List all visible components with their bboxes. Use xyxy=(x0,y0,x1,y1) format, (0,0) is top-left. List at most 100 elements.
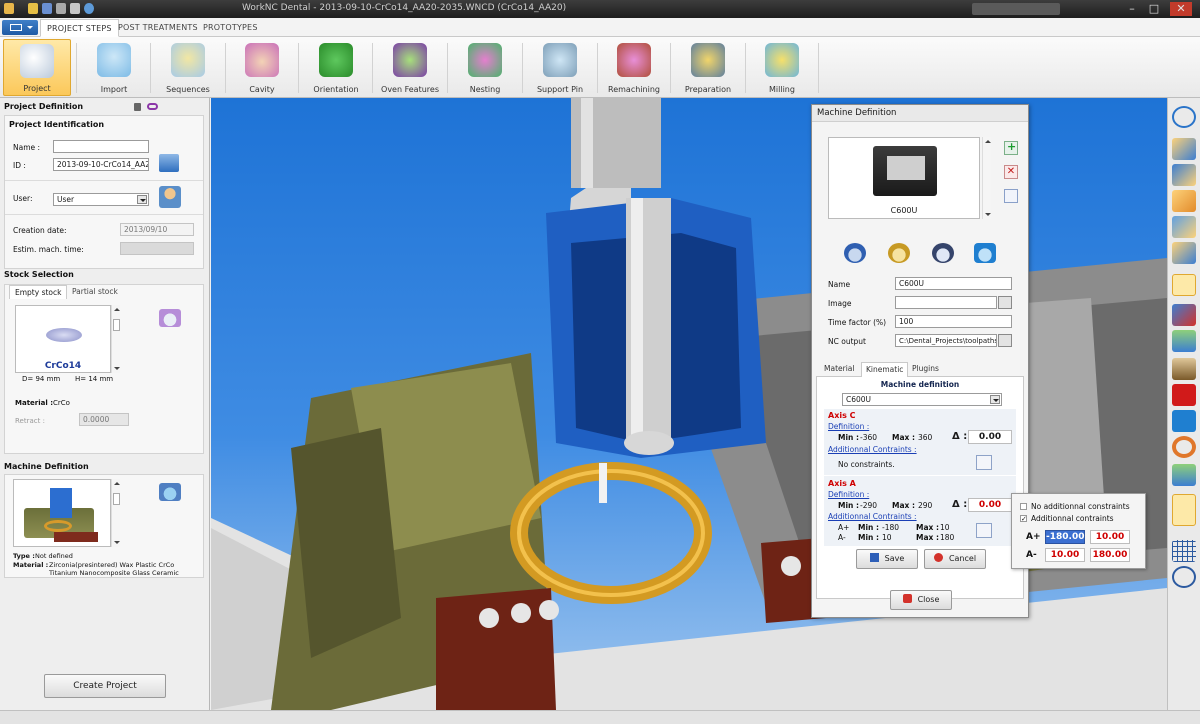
tab-material[interactable]: Material xyxy=(820,362,858,377)
ribbon-nesting-button[interactable]: Nesting xyxy=(449,39,521,96)
ribbon-oven-features-button[interactable]: Oven Features xyxy=(374,39,446,96)
maximize-icon[interactable]: □ xyxy=(1146,2,1162,16)
machine-thumbnail[interactable] xyxy=(13,479,111,547)
open-icon[interactable] xyxy=(28,3,38,14)
warning-icon[interactable] xyxy=(1172,494,1196,526)
view-cube-front-icon[interactable] xyxy=(1172,190,1196,212)
user-icon[interactable] xyxy=(159,186,181,208)
title-search-box[interactable] xyxy=(972,3,1060,15)
holder-icon[interactable] xyxy=(1172,358,1196,380)
status-bar xyxy=(0,710,1200,724)
tab-post-treatments[interactable]: POST TREATMENTS xyxy=(112,19,204,37)
view-cube-top-icon[interactable] xyxy=(1172,138,1196,160)
tab-partial-stock[interactable]: Partial stock xyxy=(69,285,121,299)
tools-icon[interactable] xyxy=(70,3,80,14)
app-logo-icon[interactable] xyxy=(4,3,14,14)
stack-icon[interactable] xyxy=(1172,464,1196,486)
axis-a-definition-link[interactable]: Definition : xyxy=(828,490,869,499)
red-tool-icon[interactable] xyxy=(1172,384,1196,406)
user-select[interactable]: User xyxy=(53,193,149,206)
a-plus-min-field[interactable]: -180.00 xyxy=(1045,530,1085,544)
close-button[interactable]: Close xyxy=(890,590,952,610)
name-field[interactable] xyxy=(53,140,149,153)
view-cube-right-icon[interactable] xyxy=(1172,242,1196,264)
edit-machine-icon[interactable] xyxy=(159,483,181,501)
axis-c-delta-field[interactable]: 0.00 xyxy=(968,430,1012,444)
save-icon[interactable] xyxy=(42,3,52,14)
machine-image-preview[interactable]: C600U xyxy=(828,137,980,219)
lock-icon[interactable] xyxy=(134,103,141,111)
tool-icon-3[interactable] xyxy=(932,243,954,263)
ribbon-milling-button[interactable]: Milling xyxy=(747,39,817,96)
delete-machine-icon[interactable]: ✕ xyxy=(1004,165,1018,179)
id-field[interactable]: 2013-09-10-CrCo14_AA20 xyxy=(53,158,149,171)
axis-a-constraints-link[interactable]: Additionnal Contraints : xyxy=(828,512,917,521)
additional-constraints-checkbox[interactable]: ✓ xyxy=(1020,515,1027,523)
axis-c-edit-constraints-icon[interactable] xyxy=(976,455,992,470)
ribbon-import-button[interactable]: Import xyxy=(80,39,148,96)
ribbon-project-button[interactable]: Project xyxy=(3,39,71,96)
grid-icon[interactable] xyxy=(1172,540,1196,562)
time-factor-field[interactable]: 100 xyxy=(895,315,1012,328)
ribbon-preparation-button[interactable]: Preparation xyxy=(672,39,744,96)
tool-icon-4[interactable] xyxy=(974,243,996,263)
tab-empty-stock[interactable]: Empty stock xyxy=(9,285,68,299)
stock-diameter: D= 94 mm xyxy=(22,375,61,383)
stock-selection-title: Stock Selection xyxy=(4,270,74,279)
ring-icon[interactable] xyxy=(1172,436,1196,458)
save-button[interactable]: Save xyxy=(856,549,918,569)
axis-a-edit-constraints-icon[interactable] xyxy=(976,523,992,538)
axis-c-constraints-link[interactable]: Additionnal Contraints : xyxy=(828,445,917,454)
toggle-machine-view-icon[interactable] xyxy=(1172,274,1196,296)
machine-material-value-2: Titanium Nanocomposite Glass Ceramic xyxy=(49,569,179,577)
tool-icon-1[interactable] xyxy=(844,243,866,263)
machine-list-scrollbar[interactable] xyxy=(111,479,120,547)
ribbon-sequences-button[interactable]: Sequences xyxy=(153,39,223,96)
layers-icon[interactable] xyxy=(1172,330,1196,352)
a-plus-max-field[interactable]: 10.00 xyxy=(1090,530,1130,544)
axis-a-delta-field[interactable]: 0.00 xyxy=(968,498,1012,512)
zoom-fit-icon[interactable] xyxy=(1172,106,1196,128)
ribbon-remachining-button[interactable]: Remachining xyxy=(599,39,669,96)
edit-id-icon[interactable] xyxy=(159,154,179,172)
machine-name-field[interactable]: C600U xyxy=(895,277,1012,290)
axis-c-no-constraints: No constraints. xyxy=(838,460,895,469)
view-cube-iso-icon[interactable] xyxy=(1172,164,1196,186)
tab-prototypes[interactable]: PROTOTYPES xyxy=(197,19,264,37)
rotate-view-icon[interactable] xyxy=(1172,304,1196,326)
a-minus-min-field[interactable]: 10.00 xyxy=(1045,548,1085,562)
tab-plugins[interactable]: Plugins xyxy=(908,362,943,377)
add-machine-icon[interactable]: + xyxy=(1004,140,1018,155)
view-cube-side-icon[interactable] xyxy=(1172,216,1196,238)
close-icon[interactable]: ✕ xyxy=(1170,2,1192,16)
edit-machine-icon[interactable] xyxy=(1004,189,1018,203)
axis-c-definition-link[interactable]: Definition : xyxy=(828,422,869,431)
tab-project-steps[interactable]: PROJECT STEPS xyxy=(40,19,119,37)
ribbon-support-pin-button[interactable]: Support Pin xyxy=(524,39,596,96)
create-project-button[interactable]: Create Project xyxy=(44,674,166,698)
tab-kinematic[interactable]: Kinematic xyxy=(861,362,909,377)
minimize-icon[interactable]: – xyxy=(1124,2,1140,16)
tool-icon-2[interactable] xyxy=(888,243,910,263)
ribbon-orientation-button[interactable]: Orientation xyxy=(301,39,371,96)
stock-list-scrollbar[interactable] xyxy=(111,305,120,373)
machine-select[interactable]: C600U xyxy=(842,393,1002,406)
ribbon-cavity-button[interactable]: Cavity xyxy=(228,39,296,96)
print-icon[interactable] xyxy=(56,3,66,14)
nesting-icon xyxy=(468,43,502,77)
cancel-button[interactable]: Cancel xyxy=(924,549,986,569)
a-minus-max-field[interactable]: 180.00 xyxy=(1090,548,1130,562)
no-constraints-checkbox[interactable] xyxy=(1020,503,1027,510)
machine-image-scrollbar[interactable] xyxy=(982,137,991,219)
machine-image-field[interactable] xyxy=(895,296,997,309)
blue-shape-icon[interactable] xyxy=(1172,410,1196,432)
browse-image-button[interactable] xyxy=(998,296,1012,309)
stock-thumbnail[interactable]: CrCo14 xyxy=(15,305,111,373)
help-icon[interactable] xyxy=(84,3,94,14)
edit-stock-icon[interactable] xyxy=(159,309,181,327)
axis-origin-icon[interactable] xyxy=(1172,566,1196,588)
application-menu-button[interactable] xyxy=(2,20,38,35)
nc-output-field[interactable]: C:\Dental_Projects\toolpaths xyxy=(895,334,997,347)
link-icon[interactable] xyxy=(147,103,158,110)
browse-nc-output-button[interactable] xyxy=(998,334,1012,347)
